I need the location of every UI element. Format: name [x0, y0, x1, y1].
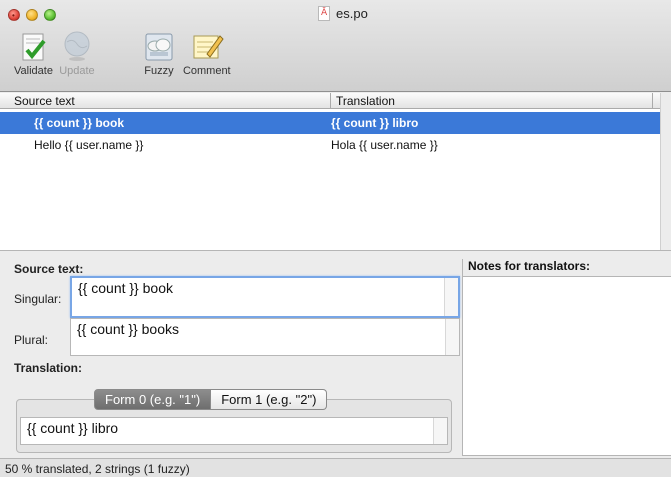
table-row[interactable]: {{ count }} book {{ count }} libro [0, 112, 660, 134]
strings-table: {{ count }} book {{ count }} libro Hello… [0, 109, 660, 250]
split-divider[interactable] [0, 250, 671, 258]
update-button[interactable]: Update [59, 28, 95, 77]
notes-header: Notes for translators: [462, 259, 671, 276]
minimize-window-button[interactable] [26, 9, 38, 21]
toolbar: Validate Update Fuzzy Comment [14, 28, 237, 77]
window-toolbar: • Ā es.po Validate Update Fuzzy Comment [0, 0, 671, 92]
tab-form-0[interactable]: Form 0 (e.g. "1") [94, 389, 212, 410]
window-title: Ā es.po [318, 6, 368, 21]
singular-text: {{ count }} book [78, 280, 173, 296]
translation-scrollbar[interactable] [433, 418, 447, 444]
column-separator[interactable] [652, 93, 653, 108]
comment-label: Comment [182, 65, 231, 77]
status-text: 50 % translated, 2 strings (1 fuzzy) [5, 462, 190, 476]
translation-field[interactable]: {{ count }} libro [20, 417, 448, 445]
plural-text: {{ count }} books [77, 321, 179, 337]
fuzzy-cloud-icon [141, 28, 177, 64]
comment-pencil-icon [189, 28, 225, 64]
column-header-source[interactable]: Source text [14, 94, 75, 108]
column-header-translation[interactable]: Translation [336, 94, 395, 108]
fuzzy-label: Fuzzy [144, 65, 174, 77]
column-separator[interactable] [330, 93, 331, 108]
table-row[interactable]: Hello {{ user.name }} Hola {{ user.name … [0, 134, 660, 156]
po-file-icon: Ā [318, 6, 330, 21]
validate-label: Validate [14, 65, 53, 77]
plural-field[interactable]: {{ count }} books [70, 318, 460, 356]
fuzzy-button[interactable]: Fuzzy [141, 28, 177, 77]
validate-icon [15, 28, 51, 64]
validate-button[interactable]: Validate [14, 28, 53, 77]
table-scrollbar[interactable] [660, 93, 671, 250]
notes-heading: Notes for translators: [468, 259, 591, 273]
source-cell: Hello {{ user.name }} [34, 138, 144, 152]
singular-field[interactable]: {{ count }} book [70, 276, 460, 318]
singular-label: Singular: [14, 292, 62, 306]
close-icon: • [12, 11, 15, 20]
translation-heading: Translation: [14, 361, 83, 375]
update-label: Update [59, 65, 95, 77]
source-cell: {{ count }} book [34, 116, 125, 130]
zoom-window-button[interactable] [44, 9, 56, 21]
plural-form-tabs: Form 0 (e.g. "1") Form 1 (e.g. "2") [94, 389, 328, 410]
update-globe-icon [59, 28, 95, 64]
table-header: Source text Translation [0, 93, 660, 109]
close-window-button[interactable]: • [8, 9, 20, 21]
plural-label: Plural: [14, 333, 49, 347]
translation-cell: Hola {{ user.name }} [331, 138, 438, 152]
status-bar: 50 % translated, 2 strings (1 fuzzy) [0, 458, 671, 477]
window-controls: • [8, 9, 56, 21]
singular-scrollbar[interactable] [444, 278, 458, 316]
comment-button[interactable]: Comment [183, 28, 231, 77]
notes-textarea[interactable] [462, 276, 671, 456]
plural-scrollbar[interactable] [445, 319, 459, 355]
translation-cell: {{ count }} libro [331, 116, 419, 130]
window-title-text: es.po [336, 6, 368, 21]
translation-text: {{ count }} libro [27, 420, 119, 436]
tab-form-1[interactable]: Form 1 (e.g. "2") [211, 389, 328, 410]
source-text-heading: Source text: [14, 262, 84, 276]
